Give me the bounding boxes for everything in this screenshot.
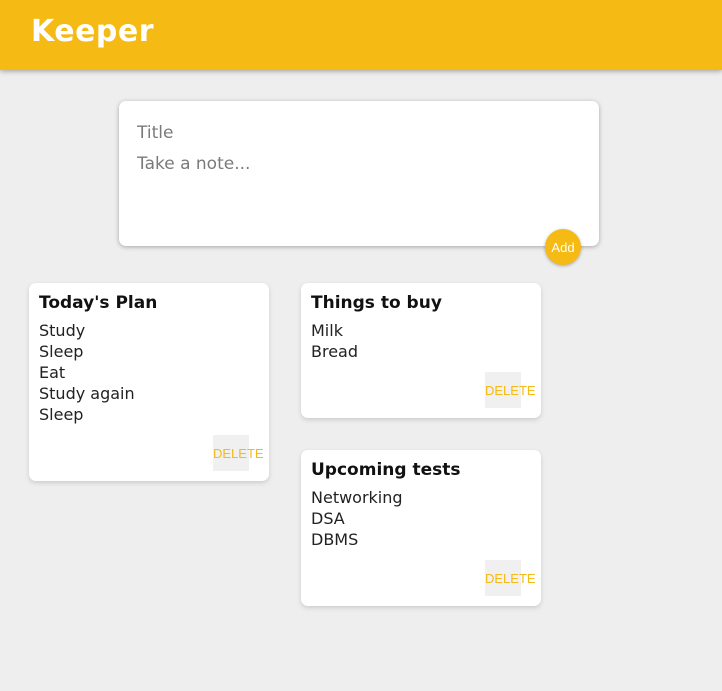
app-title: Keeper <box>31 14 155 49</box>
delete-note-button[interactable]: DELETE <box>485 560 536 596</box>
add-note-button[interactable]: Add <box>545 229 581 265</box>
app-header: Keeper <box>0 0 722 70</box>
note-content: Study Sleep Eat Study again Sleep <box>39 321 135 424</box>
note-content-input[interactable] <box>137 154 577 234</box>
note-title: Things to buy <box>311 293 442 313</box>
delete-note-button[interactable]: DELETE <box>485 372 536 408</box>
create-note-form <box>119 101 599 246</box>
note-content: Milk Bread <box>311 321 359 361</box>
note-content: Networking DSA DBMS <box>311 488 403 549</box>
note-title-input[interactable] <box>137 122 577 144</box>
note-title: Today's Plan <box>39 293 158 313</box>
note-card: Upcoming tests Networking DSA DBMS DELET… <box>301 450 541 606</box>
note-title: Upcoming tests <box>311 460 461 480</box>
note-card: Things to buy Milk Bread DELETE <box>301 283 541 418</box>
note-card: Today's Plan Study Sleep Eat Study again… <box>29 283 269 481</box>
delete-note-button[interactable]: DELETE <box>213 435 264 471</box>
